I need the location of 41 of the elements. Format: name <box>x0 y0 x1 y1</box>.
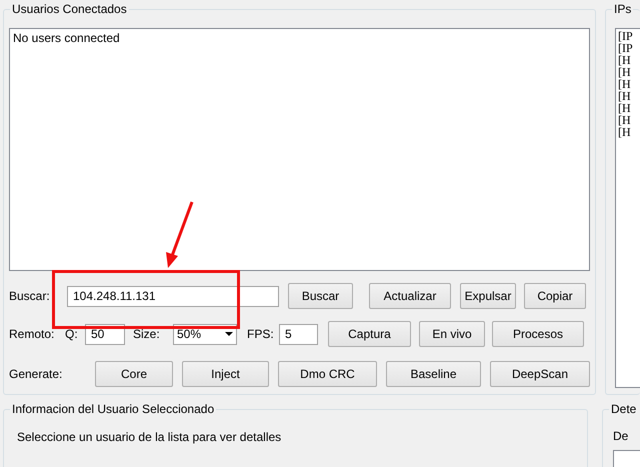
list-item: [IP <box>618 42 634 54</box>
size-label: Size: <box>133 327 161 341</box>
fps-field[interactable]: 5 <box>279 324 318 344</box>
list-item: [H <box>618 126 632 138</box>
generate-button[interactable]: Baseline <box>386 361 481 387</box>
generate-button[interactable]: Core <box>95 361 173 387</box>
generate-button[interactable]: Dmo CRC <box>278 361 377 387</box>
action-button[interactable]: Buscar <box>288 283 353 309</box>
action-button[interactable]: Captura <box>328 321 411 347</box>
action-button[interactable]: En vivo <box>419 321 485 347</box>
details-label: De <box>613 429 630 443</box>
list-item: [H <box>618 78 632 90</box>
ips-list[interactable]: [IP [IP [H [H [H [H [H [H [H <box>615 28 640 388</box>
list-item: [H <box>618 114 632 126</box>
action-button[interactable]: Procesos <box>492 321 584 347</box>
dropdown-arrow-icon <box>225 332 233 336</box>
generate-button[interactable]: Inject <box>182 361 269 387</box>
group-title: Usuarios Conectados <box>10 2 129 16</box>
info-message: Seleccione un usuario de la lista para ver detalles <box>17 430 282 444</box>
fps-label: FPS: <box>247 327 275 341</box>
quality-label: Q: <box>65 327 79 341</box>
list-item: No users connected <box>13 31 121 45</box>
action-button[interactable]: Copiar <box>524 283 586 309</box>
generate-label: Generate: <box>9 367 64 381</box>
generate-button[interactable]: DeepScan <box>490 361 590 387</box>
group-title: Informacion del Usuario Seleccionado <box>10 402 216 416</box>
list-item: [H <box>618 102 632 114</box>
users-list[interactable]: No users connected <box>9 28 590 271</box>
annotation-arrow <box>166 201 194 268</box>
group-title: IPs <box>612 2 634 16</box>
list-item: [H <box>618 54 631 66</box>
list-item: [IP <box>618 30 634 42</box>
details-field[interactable] <box>613 450 640 467</box>
group-title: Dete <box>609 402 638 416</box>
remote-label: Remoto: <box>9 327 56 341</box>
search-label: Buscar: <box>9 289 51 303</box>
list-item: [H <box>618 90 632 102</box>
list-item: [H <box>618 66 632 78</box>
action-button[interactable]: Actualizar <box>369 283 451 309</box>
search-field[interactable]: 104.248.11.131 <box>67 286 279 306</box>
action-button[interactable]: Expulsar <box>460 283 516 309</box>
